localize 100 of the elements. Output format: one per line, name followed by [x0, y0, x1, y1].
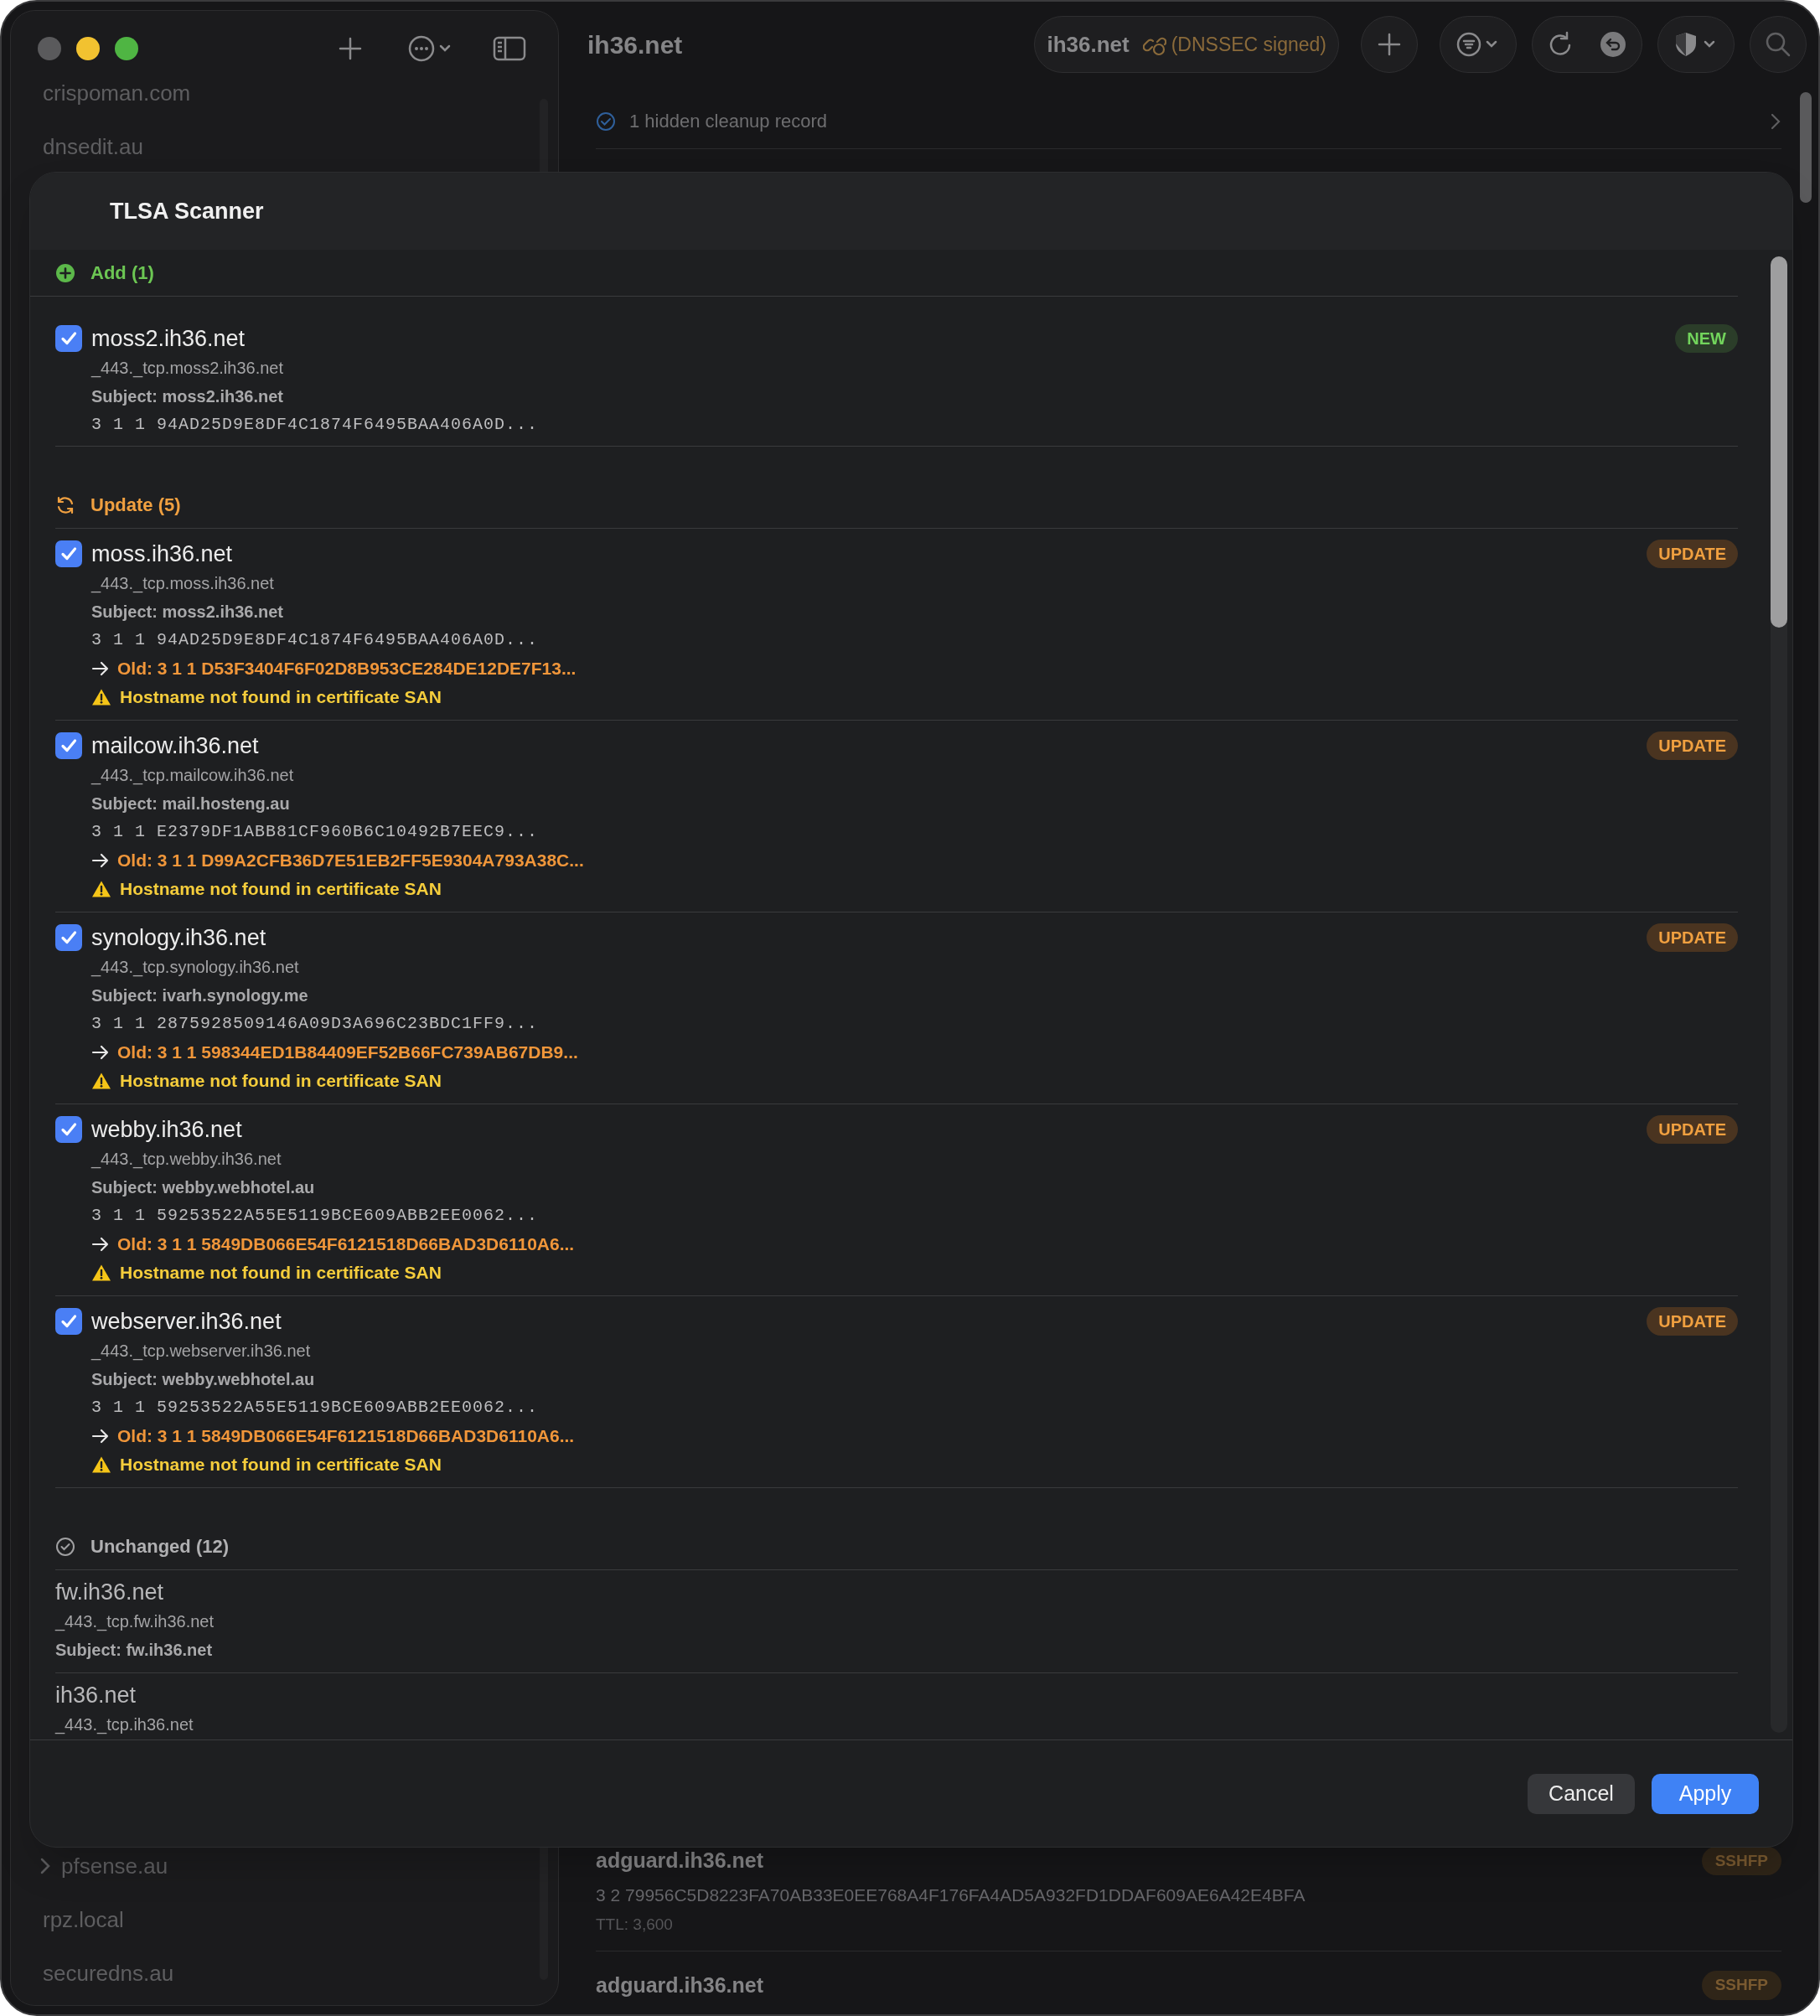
arrow-right-icon — [91, 661, 110, 676]
old-record-value: Old: 3 1 1 D53F3404F6F02D8B953CE284DE12DE7F13... — [117, 658, 577, 680]
arrow-right-icon — [91, 1237, 110, 1252]
old-record-value: Old: 3 1 1 5849DB066E54F6121518D66BAD3D6110A6... — [117, 1233, 575, 1256]
add-icon[interactable] — [337, 35, 364, 62]
hostname: fw.ih36.net — [55, 1578, 165, 1606]
warning-message: Hostname not found in certificate SAN — [120, 878, 442, 901]
cancel-button[interactable]: Cancel — [1528, 1773, 1635, 1814]
certificate-subject: Subject: fw.ih36.net — [55, 1640, 214, 1661]
status-badge: UPDATE — [1647, 923, 1738, 952]
record-name: _443._tcp.ih36.net — [55, 1714, 194, 1736]
record-name: _443._tcp.webby.ih36.net — [90, 1149, 282, 1171]
record-name: _443._tcp.webserver.ih36.net — [90, 1341, 312, 1362]
sidebar-item[interactable]: securedns.au — [43, 1957, 174, 1990]
certificate-subject: Subject: webby.webhotel.au — [90, 1177, 316, 1198]
record-ttl: TTL: 3,600 — [596, 1915, 674, 1935]
apply-button[interactable]: Apply — [1652, 1773, 1759, 1814]
tlsa-data: 3 1 1 2875928509146A09D3A696C23BDC1FF9... — [90, 1013, 540, 1035]
certificate-subject: Subject: moss2.ih36.net — [90, 386, 284, 407]
section-header: Unchanged (12) — [90, 1535, 230, 1559]
record-name: _443._tcp.synology.ih36.net — [90, 957, 300, 979]
record-name: _443._tcp.moss2.ih36.net — [90, 358, 285, 380]
warning-icon — [91, 688, 111, 706]
cleanup-notice-row[interactable]: 1 hidden cleanup record — [596, 94, 1781, 149]
old-record-value: Old: 3 1 1 5849DB066E54F6121518D66BAD3D6110A6... — [117, 1425, 575, 1448]
status-badge: UPDATE — [1647, 1307, 1738, 1336]
undo-icon[interactable] — [1600, 31, 1626, 58]
record-row[interactable]: adguard.ih36.net SSHFP — [596, 1951, 1781, 2014]
zone-name: ih36.net — [1047, 30, 1130, 59]
checkbox[interactable] — [55, 540, 82, 567]
plus-circle-icon — [55, 262, 75, 283]
sidebar-toggle-icon[interactable] — [493, 35, 526, 62]
tlsa-data: 3 1 1 59253522A55E5119BCE609ABB2EE0062... — [90, 1397, 540, 1419]
section-header: Add (1) — [90, 261, 154, 285]
tlsa-data: 3 1 1 E2379DF1ABB81CF960B6C10492B7EEC9... — [90, 821, 540, 843]
sidebar-item[interactable]: pfsense.au — [61, 1849, 168, 1883]
checkbox[interactable] — [55, 732, 82, 759]
warning-icon — [91, 1072, 111, 1090]
record-type-badge: SSHFP — [1701, 1971, 1781, 2000]
sheet-title: TLSA Scanner — [110, 197, 264, 225]
checkbox[interactable] — [55, 1116, 82, 1143]
check-circle-icon — [55, 1536, 75, 1557]
arrow-right-icon — [91, 853, 110, 868]
tlsa-data: 3 1 1 94AD25D9E8DF4C1874F6495BAA406A0D... — [90, 629, 540, 651]
chevron-icon[interactable] — [39, 1857, 51, 1875]
old-record-value: Old: 3 1 1 598344ED1B84409EF52B66FC739AB67DB9... — [117, 1042, 578, 1064]
hostname: mailcow.ih36.net — [91, 731, 260, 760]
checkbox[interactable] — [55, 1308, 82, 1335]
window-title: ih36.net — [587, 29, 683, 60]
sidebar-item[interactable]: dnsedit.au — [43, 130, 143, 163]
scrollbar-track[interactable] — [1771, 256, 1787, 1733]
warning-message: Hostname not found in certificate SAN — [120, 686, 442, 709]
hostname: ih36.net — [55, 1681, 137, 1709]
record-name: _443._tcp.mailcow.ih36.net — [90, 765, 295, 787]
close-button[interactable] — [38, 37, 61, 60]
certificate-subject: Subject: webby.webhotel.au — [90, 1369, 316, 1390]
certificate-subject: Subject: ivarh.synology.me — [90, 985, 309, 1006]
sidebar-item[interactable]: rpz.local — [43, 1903, 124, 1936]
warning-message: Hostname not found in certificate SAN — [120, 1262, 442, 1285]
arrow-right-icon — [91, 1429, 110, 1444]
minimize-button[interactable] — [76, 37, 100, 60]
hostname: synology.ih36.net — [91, 923, 267, 952]
hostname: moss2.ih36.net — [91, 324, 246, 353]
record-value: 3 2 79956C5D8223FA70AB33E0EE768A4F176FA4AD5A932FD1DDAF609AE6A42E4BFA — [596, 1884, 1306, 1906]
warning-icon — [91, 1455, 111, 1474]
add-icon — [1377, 32, 1402, 57]
sidebar-item[interactable]: crispoman.com — [43, 76, 191, 110]
check-circle-icon — [596, 111, 616, 132]
record-name: adguard.ih36.net — [596, 1972, 765, 1998]
status-badge: UPDATE — [1647, 1115, 1738, 1144]
tlsa-data: 3 1 1 59253522A55E5119BCE609ABB2EE0062... — [90, 1205, 540, 1227]
checkbox[interactable] — [55, 325, 82, 352]
record-name: _443._tcp.fw.ih36.net — [55, 1611, 215, 1633]
scrollbar-thumb[interactable] — [1771, 256, 1787, 628]
certificate-subject: Subject: mail.hosteng.au — [90, 793, 291, 814]
zone-status-pill[interactable]: ih36.net (DNSSEC signed) — [1034, 16, 1339, 73]
status-badge: NEW — [1675, 324, 1738, 353]
scrollbar-thumb[interactable] — [1800, 92, 1812, 203]
zoom-button[interactable] — [115, 37, 138, 60]
hostname: webserver.ih36.net — [91, 1307, 282, 1336]
warning-icon — [91, 1264, 111, 1282]
warning-message: Hostname not found in certificate SAN — [120, 1070, 442, 1093]
record-type-badge: SSHFP — [1701, 1846, 1781, 1875]
warning-message: Hostname not found in certificate SAN — [120, 1454, 442, 1476]
search-icon — [1765, 31, 1792, 58]
status-badge: UPDATE — [1647, 540, 1738, 568]
tlsa-data: 3 1 1 94AD25D9E8DF4C1874F6495BAA406A0D... — [90, 414, 540, 436]
checkbox[interactable] — [55, 924, 82, 951]
arrow-right-icon — [91, 1045, 110, 1060]
section-header: Update (5) — [90, 494, 181, 517]
record-name: adguard.ih36.net — [596, 1848, 765, 1874]
old-record-value: Old: 3 1 1 D99A2CFB36D7E51EB2FF5E9304A793A38C... — [117, 850, 584, 872]
warning-icon — [91, 880, 111, 898]
hostname: moss.ih36.net — [91, 540, 234, 568]
sync-icon — [55, 494, 75, 515]
dnssec-status: (DNSSEC signed) — [1171, 32, 1326, 57]
cleanup-notice: 1 hidden cleanup record — [629, 110, 829, 133]
record-name: _443._tcp.moss.ih36.net — [90, 573, 275, 595]
status-badge: UPDATE — [1647, 731, 1738, 760]
certificate-subject: Subject: moss2.ih36.net — [90, 602, 284, 623]
